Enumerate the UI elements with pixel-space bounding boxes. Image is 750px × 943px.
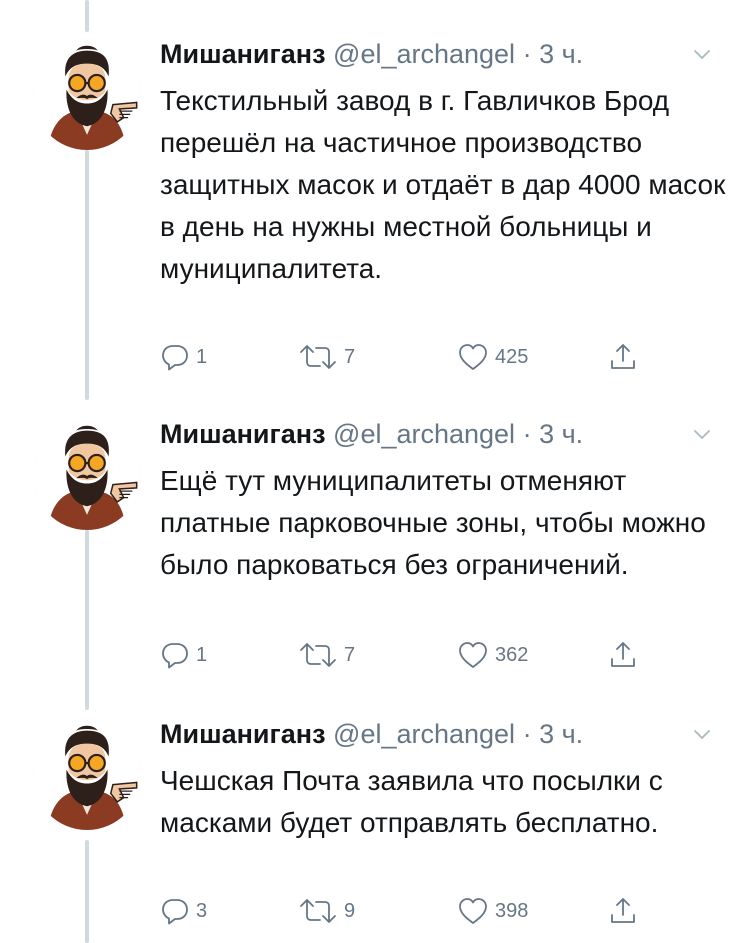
avatar[interactable] bbox=[33, 722, 141, 830]
reply-icon bbox=[160, 342, 190, 372]
author-handle[interactable]: @el_archangel bbox=[333, 39, 515, 69]
share-icon bbox=[608, 342, 638, 372]
thread-line bbox=[85, 530, 89, 710]
heart-icon bbox=[457, 342, 489, 372]
author-name[interactable]: Мишаниганз bbox=[160, 39, 326, 69]
timestamp[interactable]: 3 ч. bbox=[539, 719, 583, 749]
like-count: 425 bbox=[495, 345, 529, 368]
avatar-image bbox=[33, 722, 141, 830]
author-handle[interactable]: @el_archangel bbox=[333, 719, 515, 749]
tweet-header: Мишаниганз @el_archangel · 3 ч. bbox=[160, 34, 583, 74]
heart-icon bbox=[457, 896, 489, 926]
separator-dot: · bbox=[522, 39, 532, 69]
tweet-header: Мишаниганз @el_archangel · 3 ч. bbox=[160, 414, 583, 454]
tweet-text: Текстильный завод в г. Гавличков Брод пе… bbox=[160, 85, 726, 284]
share-icon bbox=[608, 640, 638, 670]
retweet-icon bbox=[298, 896, 338, 926]
thread-line bbox=[85, 840, 89, 943]
tweet-header: Мишаниганз @el_archangel · 3 ч. bbox=[160, 714, 583, 754]
reply-count: 1 bbox=[196, 345, 208, 368]
chevron-down-icon[interactable] bbox=[690, 722, 714, 746]
retweet-icon bbox=[298, 640, 338, 670]
like-count: 398 bbox=[495, 899, 529, 922]
author-handle[interactable]: @el_archangel bbox=[333, 419, 515, 449]
thread-line bbox=[85, 150, 89, 400]
avatar[interactable] bbox=[33, 42, 141, 150]
retweet-button[interactable]: 7 bbox=[298, 342, 355, 372]
heart-icon bbox=[457, 640, 489, 670]
timestamp[interactable]: 3 ч. bbox=[539, 39, 583, 69]
like-count: 362 bbox=[495, 643, 529, 666]
like-button[interactable]: 398 bbox=[457, 896, 528, 926]
share-button[interactable] bbox=[608, 896, 638, 926]
tweet-actions: 1 7 362 bbox=[160, 640, 700, 670]
like-button[interactable]: 425 bbox=[457, 342, 528, 372]
reply-button[interactable]: 1 bbox=[160, 640, 207, 670]
thread-line bbox=[85, 0, 89, 32]
retweet-count: 7 bbox=[344, 643, 356, 666]
reply-icon bbox=[160, 640, 190, 670]
chevron-down-icon[interactable] bbox=[690, 422, 714, 446]
reply-button[interactable]: 1 bbox=[160, 342, 207, 372]
tweet-actions: 3 9 398 bbox=[160, 896, 700, 926]
tweet-text: Чешская Почта заявила что посылки с маск… bbox=[160, 765, 663, 838]
avatar-image bbox=[33, 42, 141, 150]
retweet-button[interactable]: 7 bbox=[298, 640, 355, 670]
reply-count: 1 bbox=[196, 643, 208, 666]
reply-icon bbox=[160, 896, 190, 926]
retweet-icon bbox=[298, 342, 338, 372]
retweet-button[interactable]: 9 bbox=[298, 896, 355, 926]
like-button[interactable]: 362 bbox=[457, 640, 528, 670]
avatar[interactable] bbox=[33, 422, 141, 530]
reply-count: 3 bbox=[196, 899, 208, 922]
separator-dot: · bbox=[522, 719, 532, 749]
share-icon bbox=[608, 896, 638, 926]
author-name[interactable]: Мишаниганз bbox=[160, 419, 326, 449]
retweet-count: 7 bbox=[344, 345, 356, 368]
author-name[interactable]: Мишаниганз bbox=[160, 719, 326, 749]
share-button[interactable] bbox=[608, 640, 638, 670]
tweet-text: Ещё тут муниципалитеты отменяют платные … bbox=[160, 465, 706, 580]
timestamp[interactable]: 3 ч. bbox=[539, 419, 583, 449]
tweet-actions: 1 7 425 bbox=[160, 342, 700, 372]
share-button[interactable] bbox=[608, 342, 638, 372]
avatar-image bbox=[33, 422, 141, 530]
reply-button[interactable]: 3 bbox=[160, 896, 207, 926]
separator-dot: · bbox=[522, 419, 532, 449]
chevron-down-icon[interactable] bbox=[690, 42, 714, 66]
retweet-count: 9 bbox=[344, 899, 356, 922]
